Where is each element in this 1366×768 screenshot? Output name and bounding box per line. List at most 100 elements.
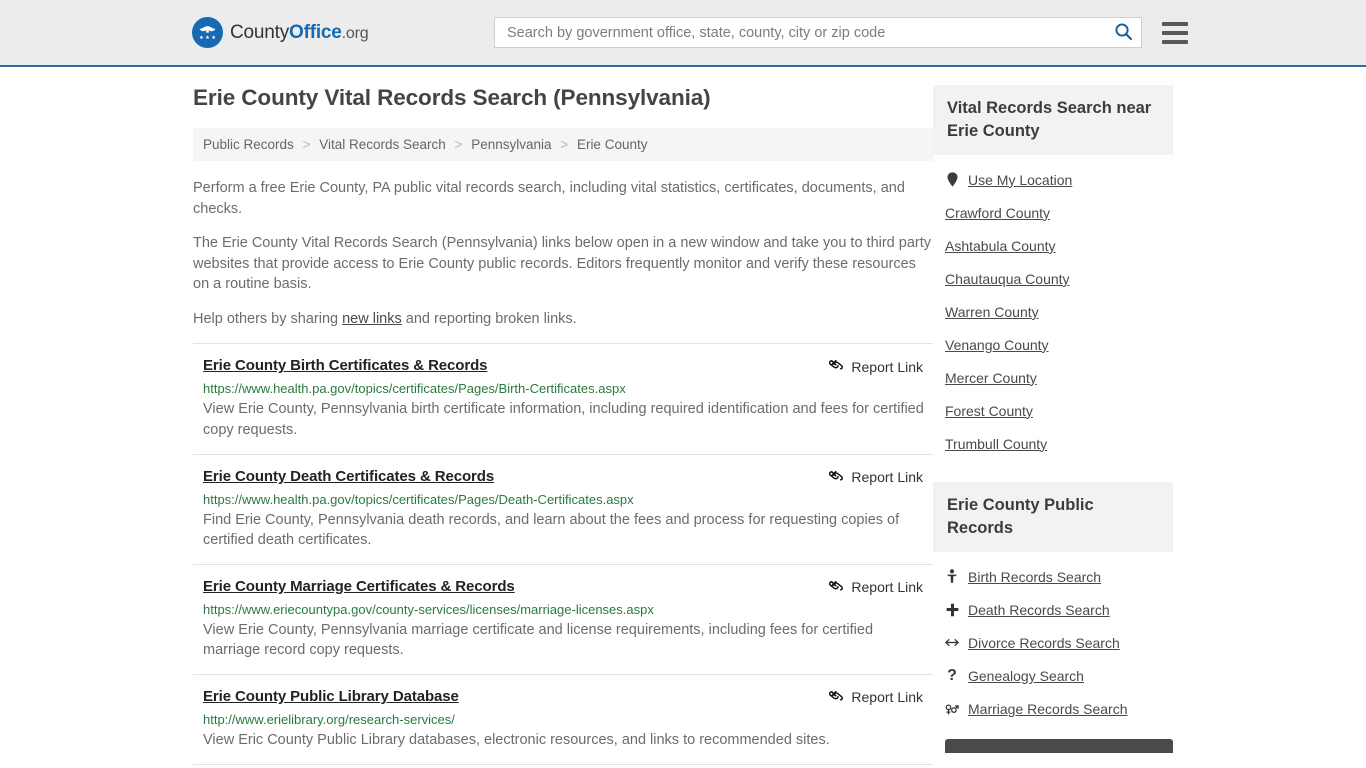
result-item: Erie County Public Library Database Repo… <box>193 673 933 764</box>
result-list-bottom-divider <box>193 763 933 765</box>
report-link-button[interactable]: Report Link <box>828 688 933 707</box>
hamburger-bar-2 <box>1162 30 1188 35</box>
search-box[interactable] <box>494 17 1142 48</box>
result-header: Erie County Public Library Database Repo… <box>203 688 933 707</box>
result-item: Erie County Death Certificates & Records… <box>193 453 933 564</box>
sidebar-item-death-records-search[interactable]: Death Records Search <box>933 593 1173 626</box>
hamburger-bar-3 <box>1162 39 1188 44</box>
map-pin-icon <box>945 172 959 187</box>
result-title-link[interactable]: Erie County Death Certificates & Records <box>203 468 494 485</box>
sidebar-link-forest-county[interactable]: Forest County <box>945 403 1033 419</box>
result-url: https://www.health.pa.gov/topics/certifi… <box>203 491 634 507</box>
question-mark-icon: ? <box>947 666 957 684</box>
logo-wordmark: CountyOffice.org <box>230 21 369 44</box>
sidebar-item-warren-county[interactable]: Warren County <box>933 295 1173 328</box>
sidebar-records-list: Birth Records Search Death Records Searc… <box>933 560 1173 725</box>
report-link-button[interactable]: Report Link <box>828 578 933 597</box>
result-header: Erie County Death Certificates & Records… <box>203 468 933 487</box>
sidebar-item-divorce-records-search[interactable]: Divorce Records Search <box>933 626 1173 659</box>
result-title-link[interactable]: Erie County Birth Certificates & Records <box>203 357 488 374</box>
sidebar-link-trumbull-county[interactable]: Trumbull County <box>945 436 1047 452</box>
intro-paragraph-2: The Erie County Vital Records Search (Pe… <box>193 235 932 293</box>
report-link-label: Report Link <box>851 579 923 596</box>
report-link-label: Report Link <box>851 689 923 706</box>
sidebar-item-crawford-county[interactable]: Crawford County <box>933 196 1173 229</box>
sidebar-item-chautauqua-county[interactable]: Chautauqua County <box>933 262 1173 295</box>
sidebar-item-marriage-records-search[interactable]: Marriage Records Search <box>933 692 1173 725</box>
broken-link-icon <box>828 688 844 707</box>
header-search-area <box>494 17 1188 48</box>
intro-3-post: and reporting broken links. <box>401 310 577 327</box>
page-body: Erie County Vital Records Search (Pennsy… <box>0 67 1366 765</box>
breadcrumb: Public Records > Vital Records Search > … <box>193 128 933 161</box>
eagle-seal-icon <box>192 17 223 48</box>
sidebar-link-warren-county[interactable]: Warren County <box>945 304 1039 320</box>
report-link-button[interactable]: Report Link <box>828 357 933 376</box>
search-submit-button[interactable] <box>1112 22 1135 44</box>
intro-paragraph-1: Perform a free Erie County, PA public vi… <box>193 180 905 217</box>
breadcrumb-item-vital-records-search[interactable]: Vital Records Search <box>319 137 446 152</box>
site-header: CountyOffice.org <box>0 0 1366 67</box>
intro-paragraph-3: Help others by sharing new links and rep… <box>193 309 933 330</box>
sidebar-link-use-my-location[interactable]: Use My Location <box>968 172 1072 188</box>
cross-icon <box>945 603 959 617</box>
breadcrumb-item-pennsylvania[interactable]: Pennsylvania <box>471 137 551 152</box>
hamburger-menu-icon[interactable] <box>1162 21 1188 44</box>
sidebar-item-trumbull-county[interactable]: Trumbull County <box>933 427 1173 460</box>
breadcrumb-item-erie-county[interactable]: Erie County <box>577 137 648 152</box>
page-title: Erie County Vital Records Search (Pennsy… <box>193 85 711 110</box>
sidebar-item-forest-county[interactable]: Forest County <box>933 394 1173 427</box>
new-links-link[interactable]: new links <box>342 311 402 327</box>
double-arrow-icon <box>945 637 959 648</box>
report-link-button[interactable]: Report Link <box>828 468 933 487</box>
result-description: View Erie County, Pennsylvania marriage … <box>203 621 874 659</box>
result-description: View Eric County Public Library database… <box>203 731 830 748</box>
sidebar-item-use-my-location[interactable]: Use My Location <box>933 163 1173 196</box>
result-item: Erie County Marriage Certificates & Reco… <box>193 563 933 674</box>
sidebar-link-genealogy-search[interactable]: Genealogy Search <box>968 668 1084 684</box>
sidebar-link-birth-records-search[interactable]: Birth Records Search <box>968 569 1101 585</box>
hamburger-bar-1 <box>1162 21 1188 26</box>
sidebar-link-venango-county[interactable]: Venango County <box>945 337 1049 353</box>
sidebar-item-ashtabula-county[interactable]: Ashtabula County <box>933 229 1173 262</box>
broken-link-icon <box>828 357 844 376</box>
sidebar-item-venango-county[interactable]: Venango County <box>933 328 1173 361</box>
search-icon <box>1114 22 1133 44</box>
logo-text-org: .org <box>341 24 369 42</box>
result-title-link[interactable]: Erie County Public Library Database <box>203 688 459 705</box>
sidebar-records-heading: Erie County Public Records <box>933 482 1173 553</box>
sidebar-link-chautauqua-county[interactable]: Chautauqua County <box>945 271 1070 287</box>
breadcrumb-separator-3: > <box>560 137 569 152</box>
result-title-link[interactable]: Erie County Marriage Certificates & Reco… <box>203 578 515 595</box>
logo-text-county: County <box>230 21 290 43</box>
breadcrumb-separator-2: > <box>454 137 463 152</box>
sidebar-item-mercer-county[interactable]: Mercer County <box>933 361 1173 394</box>
intro-3-pre: Help others by sharing <box>193 310 343 327</box>
sidebar-nearby-list: Use My Location Crawford County Ashtabul… <box>933 163 1173 460</box>
site-logo[interactable]: CountyOffice.org <box>192 17 369 48</box>
sidebar-link-ashtabula-county[interactable]: Ashtabula County <box>945 238 1056 254</box>
report-link-label: Report Link <box>851 469 923 486</box>
result-header: Erie County Marriage Certificates & Reco… <box>203 578 933 597</box>
sidebar-link-death-records-search[interactable]: Death Records Search <box>968 602 1110 618</box>
sidebar-nearby-heading: Vital Records Search near Erie County <box>933 85 1173 156</box>
sidebar-link-divorce-records-search[interactable]: Divorce Records Search <box>968 635 1120 651</box>
result-description: Find Erie County, Pennsylvania death rec… <box>203 511 900 549</box>
content-container: Erie County Vital Records Search (Pennsy… <box>193 67 1173 765</box>
sidebar-link-marriage-records-search[interactable]: Marriage Records Search <box>968 701 1128 717</box>
breadcrumb-item-public-records[interactable]: Public Records <box>203 137 294 152</box>
main-column: Erie County Vital Records Search (Pennsy… <box>193 85 933 765</box>
result-description: View Erie County, Pennsylvania birth cer… <box>203 401 924 439</box>
venus-mars-icon <box>945 702 959 716</box>
breadcrumb-separator-1: > <box>302 137 311 152</box>
report-link-label: Report Link <box>851 358 923 375</box>
result-url: https://www.eriecountypa.gov/county-serv… <box>203 601 654 617</box>
search-input[interactable] <box>505 18 1112 47</box>
sidebar-item-genealogy-search[interactable]: ? Genealogy Search <box>933 659 1173 692</box>
sidebar-item-birth-records-search[interactable]: Birth Records Search <box>933 560 1173 593</box>
sidebar-link-mercer-county[interactable]: Mercer County <box>945 370 1037 386</box>
broken-link-icon <box>828 468 844 487</box>
result-url: https://www.health.pa.gov/topics/certifi… <box>203 381 626 397</box>
sidebar-link-crawford-county[interactable]: Crawford County <box>945 205 1050 221</box>
baby-icon <box>945 569 959 584</box>
